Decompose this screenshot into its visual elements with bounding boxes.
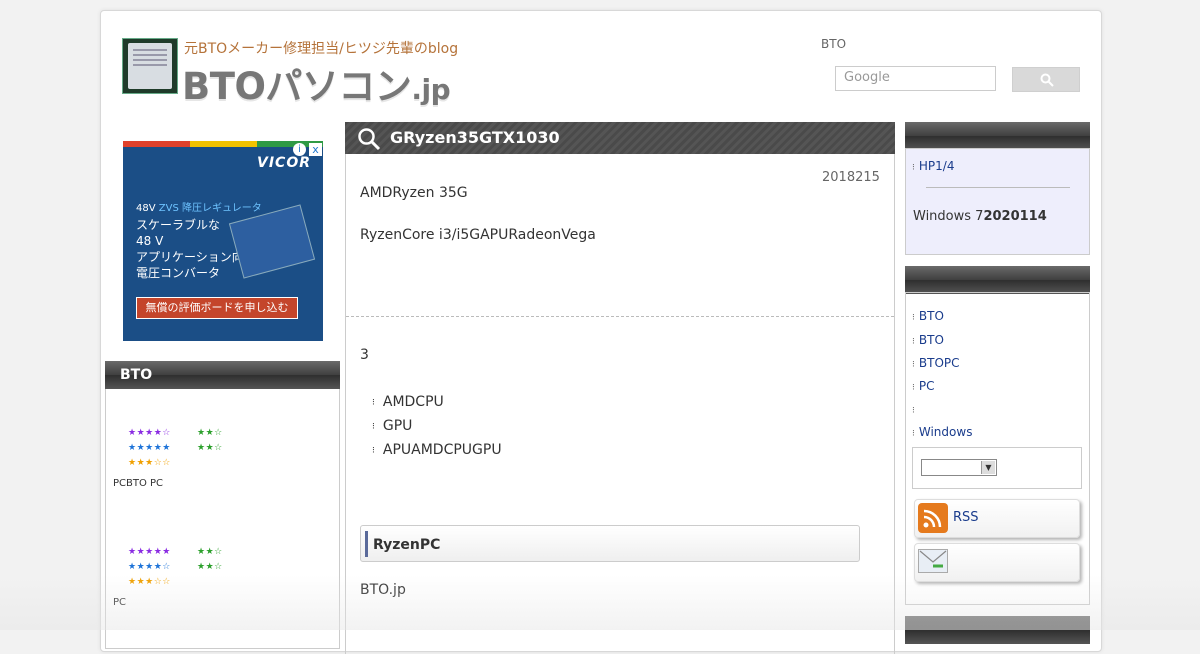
logo-main-text: BTOパソコン <box>182 65 412 108</box>
search-button[interactable] <box>1012 67 1080 92</box>
cpu-logo-icon[interactable] <box>122 38 178 94</box>
sidebar-link-text: BTO <box>918 309 944 323</box>
logo-suffix-text: .jp <box>411 73 451 106</box>
rating-stars: ★★★★☆ <box>128 562 171 572</box>
rating-stars: ★★★★★ <box>128 443 171 453</box>
ad-line1: 48V ZVS 降圧レギュレータ <box>136 199 262 214</box>
header-label: BTO <box>821 37 847 51</box>
right-sidebar-bar <box>905 266 1090 294</box>
rating-stars: ★★☆ <box>197 443 223 453</box>
rating-stars: ★★★★☆ <box>128 428 171 438</box>
sidebar-link[interactable]: ⁝ BTO <box>912 309 944 323</box>
site-tagline: 元BTOメーカー修理担当/ヒツジ先輩のblog <box>184 41 459 57</box>
ad-product-image <box>228 204 316 279</box>
rating-stars: ★★★☆☆ <box>128 458 171 468</box>
sidebar-link[interactable]: ⁝ BTO <box>912 333 944 347</box>
notice-text-bold: 2020114 <box>983 209 1047 224</box>
search-input[interactable]: Google <box>835 66 996 91</box>
ad-cta-button[interactable]: 無償の評価ボードを申し込む <box>136 297 298 319</box>
notice-link[interactable]: ⁝ HP1/4 <box>912 159 954 173</box>
rating-stars: ★★★☆☆ <box>128 577 171 587</box>
left-sidebar-title: BTO <box>105 361 340 389</box>
rss-label: RSS <box>953 510 979 525</box>
mail-button[interactable] <box>914 543 1080 582</box>
ad-line1-highlight: ZVS 降圧レギュレータ <box>158 203 262 214</box>
list-item-text: AMDCPU <box>382 394 444 410</box>
rating-stars: ★★★★★ <box>128 547 171 557</box>
list-item: ⁝ AMDCPU <box>372 394 444 410</box>
sidebar-link[interactable]: ⁝ Windows <box>912 425 972 439</box>
rating-stars: ★★☆ <box>197 547 223 557</box>
ad-brand: VICOR <box>257 155 311 171</box>
archive-select[interactable]: ▼ <box>921 459 997 476</box>
mail-icon <box>918 549 948 573</box>
ad-line1-prefix: 48V <box>136 203 156 214</box>
sidebar-link-text: Windows <box>918 425 973 439</box>
rating-stars: ★★☆ <box>197 562 223 572</box>
divider <box>346 316 894 317</box>
article-date: 2018215 <box>822 170 880 185</box>
rss-button[interactable]: RSS <box>914 499 1080 538</box>
chevron-down-icon: ▼ <box>981 461 995 474</box>
ad-line5: 電圧コンバータ <box>136 266 221 280</box>
article-paragraph: BTO.jp <box>360 582 406 598</box>
sidebar-link-text: BTOPC <box>918 356 960 370</box>
sidebar-link[interactable]: ⁝ <box>912 402 919 416</box>
notice-link-text: HP1/4 <box>918 159 955 173</box>
sidebar-link[interactable]: ⁝ BTOPC <box>912 356 960 370</box>
rss-icon <box>918 503 948 533</box>
sidebar-link-text: PC <box>918 379 935 393</box>
divider <box>926 187 1070 188</box>
list-item: ⁝ GPU <box>372 418 413 434</box>
right-sidebar-bar <box>905 616 1090 644</box>
list-item-text: APUAMDCPUGPU <box>382 442 502 458</box>
sidebar-link[interactable]: ⁝ PC <box>912 379 935 393</box>
article-paragraph: 3 <box>360 347 369 363</box>
right-sidebar-bar <box>905 122 1090 150</box>
site-logo[interactable]: BTOパソコン.jp <box>182 56 451 110</box>
search-icon <box>1040 73 1054 87</box>
list-item: ⁝ APUAMDCPUGPU <box>372 442 502 458</box>
article-paragraph: RyzenCore i3/i5GAPURadeonVega <box>360 227 596 243</box>
ranking-item-label[interactable]: PCBTO PC <box>113 478 163 489</box>
article-paragraph: AMDRyzen 35G <box>360 185 468 201</box>
notice-text-prefix: Windows 7 <box>913 209 984 224</box>
rating-stars: ★★☆ <box>197 428 223 438</box>
article-subheading: RyzenPC <box>360 525 860 562</box>
ranking-item-label[interactable]: PC <box>113 597 126 608</box>
article-title-bar: GRyzen35GTX1030 <box>345 122 895 154</box>
ad-stripe-red <box>123 141 190 147</box>
article-title: GRyzen35GTX1030 <box>390 128 560 147</box>
advertisement[interactable]: i x VICOR 48V ZVS 降圧レギュレータ スケーラブルな 48 V … <box>123 141 323 341</box>
ad-stripe-yellow <box>190 141 257 147</box>
notice-text: Windows 72020114 <box>913 209 1047 224</box>
sidebar-link-text: BTO <box>918 333 944 347</box>
list-item-text: GPU <box>382 418 413 434</box>
search-icon <box>358 128 381 151</box>
